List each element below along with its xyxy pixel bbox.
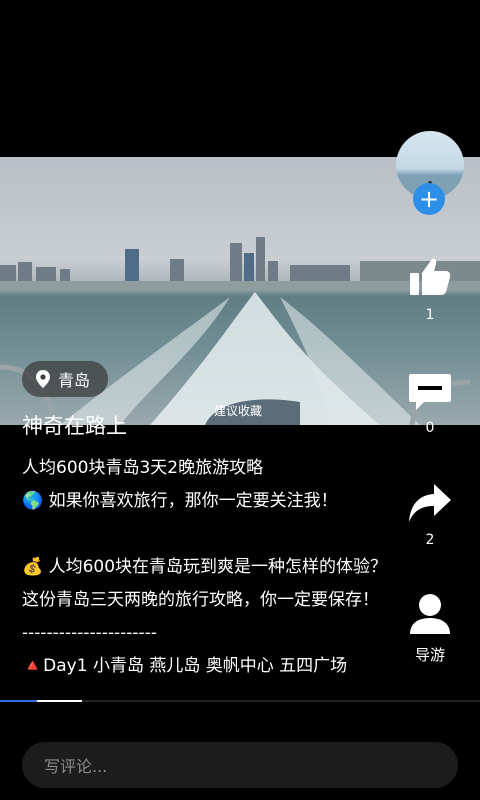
follow-button[interactable]: + (413, 183, 445, 215)
guide-label: 导游 (414, 646, 445, 664)
comment-icon (409, 374, 451, 410)
share-arrow-icon (409, 484, 451, 522)
post-description-clip: 人均600块青岛3天2晚旅游攻略 🌎 如果你喜欢旅行，那你一定要关注我！ 💰 人… (0, 0, 480, 688)
post-description[interactable]: 人均600块青岛3天2晚旅游攻略 🌎 如果你喜欢旅行，那你一定要关注我！ 💰 人… (22, 452, 402, 683)
comment-button[interactable]: 0 (396, 372, 464, 436)
guide-button[interactable]: 导游 (396, 592, 464, 665)
desc-gap (22, 518, 402, 551)
share-button[interactable]: 2 (396, 482, 464, 548)
share-count: 2 (425, 532, 435, 548)
like-button[interactable]: 1 (396, 255, 464, 323)
desc-line: 🔺Day1 小青岛 燕儿岛 奥帆中心 五四广场 (22, 656, 348, 676)
progress-fill (0, 700, 37, 702)
like-count: 1 (425, 307, 435, 323)
desc-line: 💰 人均600块在青岛玩到爽是一种怎样的体验？这份青岛三天两晚的旅行攻略，你一定… (22, 557, 388, 610)
progress-buffer (37, 700, 82, 702)
desc-line: 🌎 如果你喜欢旅行，那你一定要关注我！ (22, 491, 338, 511)
comment-count: 0 (425, 420, 435, 436)
plus-icon: + (418, 185, 440, 213)
person-icon (410, 594, 450, 634)
thumbs-up-icon (410, 258, 451, 295)
comment-input[interactable]: 写评论... (22, 742, 458, 788)
comment-placeholder: 写评论... (44, 757, 108, 776)
desc-line: ---------------------- (22, 623, 157, 643)
desc-line: 人均600块青岛3天2晚旅游攻略 (22, 458, 264, 478)
video-progress-bar[interactable] (0, 700, 480, 702)
